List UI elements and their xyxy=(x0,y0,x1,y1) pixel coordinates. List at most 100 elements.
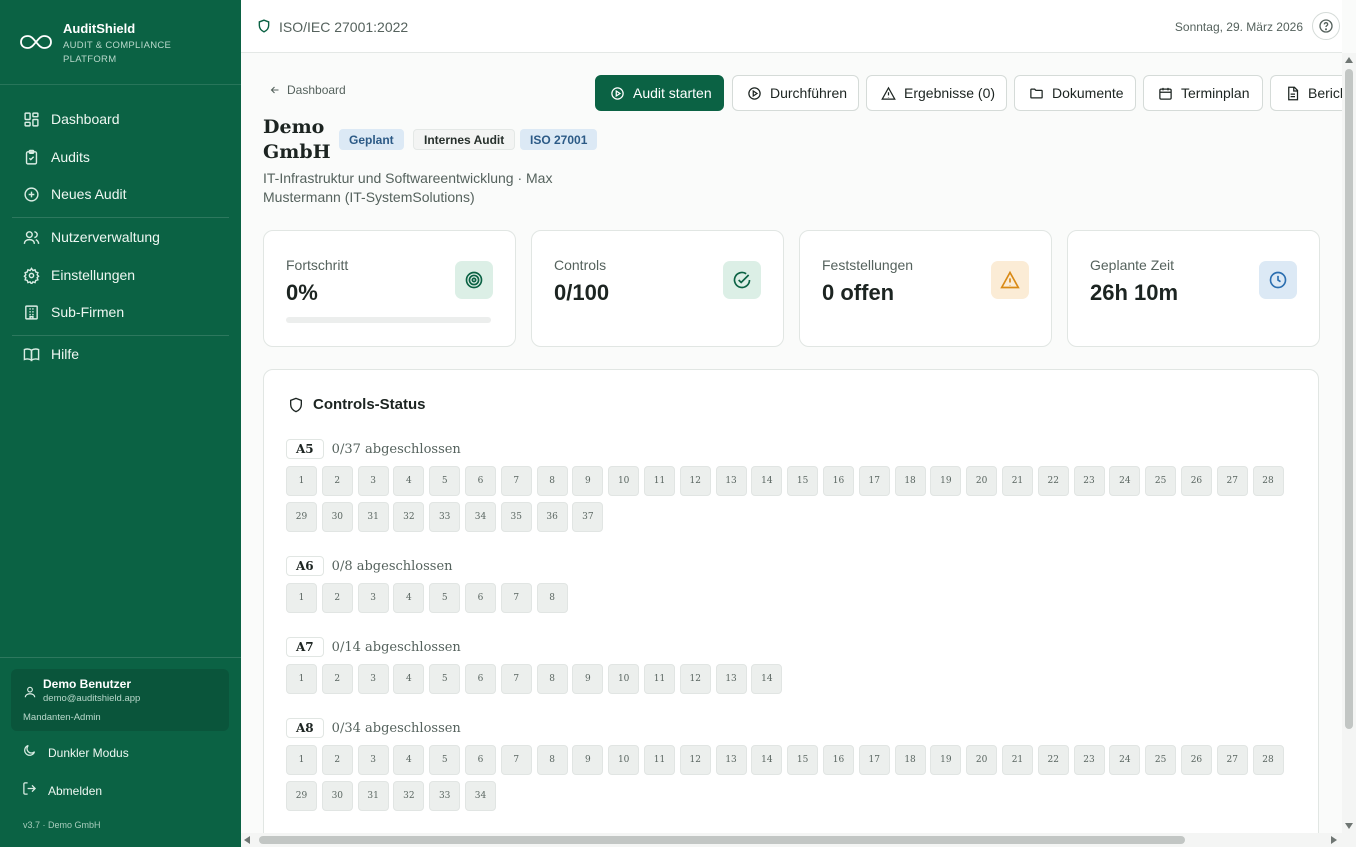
control-cell[interactable]: 9 xyxy=(572,466,604,496)
sidebar-item-new-audit[interactable]: Neues Audit xyxy=(12,177,229,211)
control-cell[interactable]: 34 xyxy=(464,781,496,811)
control-cell[interactable]: 2 xyxy=(321,745,353,775)
control-cell[interactable]: 1 xyxy=(286,466,317,496)
control-cell[interactable]: 6 xyxy=(464,745,496,775)
scroll-down-icon[interactable] xyxy=(1345,823,1353,829)
control-cell[interactable]: 13 xyxy=(715,466,747,496)
control-cell[interactable]: 1 xyxy=(286,664,317,694)
control-cell[interactable]: 23 xyxy=(1073,745,1105,775)
control-cell[interactable]: 10 xyxy=(608,466,640,496)
control-cell[interactable]: 15 xyxy=(787,466,819,496)
control-cell[interactable]: 29 xyxy=(286,502,317,532)
control-cell[interactable]: 10 xyxy=(608,664,640,694)
control-cell[interactable]: 15 xyxy=(787,745,819,775)
control-cell[interactable]: 4 xyxy=(393,664,425,694)
control-cell[interactable]: 9 xyxy=(572,745,604,775)
vertical-scroll-thumb[interactable] xyxy=(1345,69,1353,729)
control-cell[interactable]: 5 xyxy=(429,466,461,496)
control-cell[interactable]: 1 xyxy=(286,583,317,613)
control-cell[interactable]: 6 xyxy=(464,583,496,613)
control-cell[interactable]: 29 xyxy=(286,781,317,811)
control-cell[interactable]: 3 xyxy=(357,466,389,496)
control-cell[interactable]: 19 xyxy=(930,745,962,775)
control-cell[interactable]: 5 xyxy=(429,745,461,775)
control-cell[interactable]: 13 xyxy=(715,664,747,694)
horizontal-scroll-thumb[interactable] xyxy=(259,836,1185,844)
control-cell[interactable]: 3 xyxy=(357,745,389,775)
control-cell[interactable]: 16 xyxy=(822,466,854,496)
start-audit-button[interactable]: Audit starten xyxy=(595,75,724,111)
control-cell[interactable]: 30 xyxy=(321,502,353,532)
control-cell[interactable]: 6 xyxy=(464,466,496,496)
control-cell[interactable]: 30 xyxy=(321,781,353,811)
user-card[interactable]: Demo Benutzer demo@auditshield.app Manda… xyxy=(11,669,229,731)
control-cell[interactable]: 19 xyxy=(930,466,962,496)
control-cell[interactable]: 23 xyxy=(1073,466,1105,496)
results-button[interactable]: Ergebnisse (0) xyxy=(866,75,1007,111)
control-cell[interactable]: 10 xyxy=(608,745,640,775)
control-cell[interactable]: 28 xyxy=(1252,745,1284,775)
control-cell[interactable]: 32 xyxy=(393,781,425,811)
schedule-button[interactable]: Terminplan xyxy=(1143,75,1263,111)
control-cell[interactable]: 24 xyxy=(1109,745,1141,775)
control-cell[interactable]: 12 xyxy=(679,664,711,694)
control-cell[interactable]: 18 xyxy=(894,745,926,775)
control-cell[interactable]: 6 xyxy=(464,664,496,694)
control-cell[interactable]: 3 xyxy=(357,583,389,613)
report-button[interactable]: Bericht xyxy=(1270,75,1342,111)
control-cell[interactable]: 22 xyxy=(1037,745,1069,775)
control-cell[interactable]: 17 xyxy=(858,745,890,775)
control-cell[interactable]: 2 xyxy=(321,583,353,613)
brand[interactable]: AuditShield AUDIT & COMPLIANCE PLATFORM xyxy=(0,0,241,85)
control-cell[interactable]: 14 xyxy=(751,466,783,496)
sidebar-item-dashboard[interactable]: Dashboard xyxy=(12,102,229,136)
documents-button[interactable]: Dokumente xyxy=(1014,75,1136,111)
control-cell[interactable]: 12 xyxy=(679,466,711,496)
control-cell[interactable]: 11 xyxy=(643,745,675,775)
control-cell[interactable]: 4 xyxy=(393,745,425,775)
control-cell[interactable]: 1 xyxy=(286,745,317,775)
control-cell[interactable]: 2 xyxy=(321,466,353,496)
control-cell[interactable]: 11 xyxy=(643,664,675,694)
control-cell[interactable]: 28 xyxy=(1252,466,1284,496)
control-cell[interactable]: 26 xyxy=(1180,466,1212,496)
control-cell[interactable]: 31 xyxy=(357,502,389,532)
control-cell[interactable]: 33 xyxy=(429,781,461,811)
control-cell[interactable]: 4 xyxy=(393,583,425,613)
control-cell[interactable]: 11 xyxy=(643,466,675,496)
control-cell[interactable]: 8 xyxy=(536,664,568,694)
control-cell[interactable]: 8 xyxy=(536,466,568,496)
control-cell[interactable]: 20 xyxy=(966,466,998,496)
control-cell[interactable]: 7 xyxy=(500,583,532,613)
control-cell[interactable]: 8 xyxy=(536,745,568,775)
help-button[interactable] xyxy=(1312,12,1340,40)
horizontal-scrollbar[interactable] xyxy=(241,833,1342,847)
control-cell[interactable]: 12 xyxy=(679,745,711,775)
control-cell[interactable]: 17 xyxy=(858,466,890,496)
control-cell[interactable]: 20 xyxy=(966,745,998,775)
control-cell[interactable]: 36 xyxy=(536,502,568,532)
control-cell[interactable]: 14 xyxy=(751,745,783,775)
control-cell[interactable]: 21 xyxy=(1001,466,1033,496)
control-cell[interactable]: 4 xyxy=(393,466,425,496)
control-cell[interactable]: 18 xyxy=(894,466,926,496)
sidebar-item-settings[interactable]: Einstellungen xyxy=(12,258,229,292)
control-cell[interactable]: 24 xyxy=(1109,466,1141,496)
control-cell[interactable]: 5 xyxy=(429,583,461,613)
sidebar-item-audits[interactable]: Audits xyxy=(12,140,229,174)
control-cell[interactable]: 14 xyxy=(751,664,783,694)
control-cell[interactable]: 31 xyxy=(357,781,389,811)
sidebar-item-sub-companies[interactable]: Sub-Firmen xyxy=(12,295,229,329)
control-cell[interactable]: 26 xyxy=(1180,745,1212,775)
control-cell[interactable]: 7 xyxy=(500,466,532,496)
vertical-scrollbar[interactable] xyxy=(1342,53,1356,847)
perform-button[interactable]: Durchführen xyxy=(732,75,859,111)
logout-button[interactable]: Abmelden xyxy=(12,776,229,806)
sidebar-item-user-management[interactable]: Nutzerverwaltung xyxy=(12,220,229,254)
control-cell[interactable]: 9 xyxy=(572,664,604,694)
control-cell[interactable]: 13 xyxy=(715,745,747,775)
dark-mode-toggle[interactable]: Dunkler Modus xyxy=(12,738,229,768)
control-cell[interactable]: 16 xyxy=(822,745,854,775)
control-cell[interactable]: 3 xyxy=(357,664,389,694)
control-cell[interactable]: 27 xyxy=(1216,466,1248,496)
